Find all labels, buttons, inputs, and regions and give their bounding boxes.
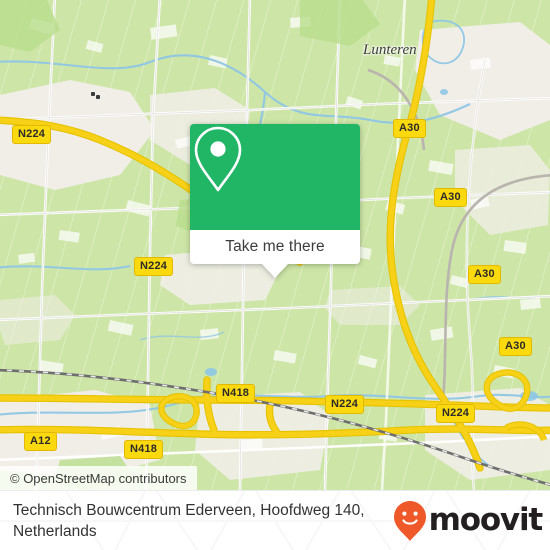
- take-me-there-label: Take me there: [225, 238, 325, 255]
- map-place-label: Lunteren: [363, 42, 417, 58]
- road-shield-a30-north: A30: [393, 119, 426, 138]
- map-attribution[interactable]: © OpenStreetMap contributors: [0, 466, 197, 490]
- location-callout[interactable]: Take me there: [190, 124, 360, 278]
- map-canvas[interactable]: Lunteren N224 N224 A30 A30 A30 A30 N418 …: [0, 0, 550, 490]
- callout-action[interactable]: Take me there: [190, 230, 360, 264]
- road-shield-n224-southeast: N224: [436, 404, 476, 423]
- map-pin-icon: [194, 126, 242, 192]
- moovit-location-card: Lunteren N224 N224 A30 A30 A30 A30 N418 …: [0, 0, 550, 550]
- road-shield-n418-upper: N418: [216, 384, 256, 403]
- road-shield-n224-south: N224: [325, 395, 365, 414]
- callout-header: [190, 124, 360, 230]
- moovit-logo[interactable]: moovit: [393, 500, 544, 542]
- moovit-wordmark: moovit: [428, 502, 544, 538]
- footer-bar: Technisch Bouwcentrum Ederveen, Hoofdweg…: [0, 490, 550, 550]
- address-text: Technisch Bouwcentrum Ederveen, Hoofdweg…: [13, 501, 365, 540]
- road-shield-a12: A12: [24, 432, 57, 451]
- road-shield-a30-lower: A30: [499, 337, 532, 356]
- moovit-smiley-pin-icon: [393, 500, 426, 541]
- road-shield-a30-center: A30: [468, 265, 501, 284]
- road-shield-n418-lower: N418: [124, 440, 164, 459]
- road-shield-a30-upper: A30: [434, 188, 467, 207]
- callout-tail: [262, 264, 288, 278]
- road-shield-n224-mid: N224: [134, 257, 174, 276]
- attribution-text: © OpenStreetMap contributors: [10, 470, 187, 486]
- road-shield-n224-west: N224: [12, 125, 52, 144]
